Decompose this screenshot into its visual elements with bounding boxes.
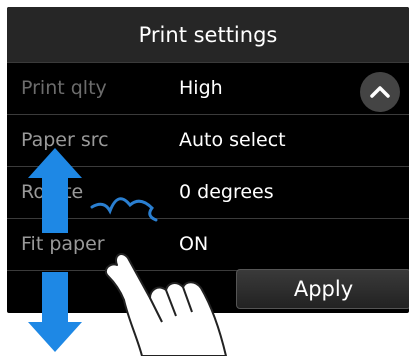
swipe-hand-icon [104,253,227,356]
swipe-gesture-illustration [28,148,227,356]
down-arrow-icon [28,272,82,352]
motion-lines-icon [90,197,158,222]
up-arrow-icon [28,148,82,233]
